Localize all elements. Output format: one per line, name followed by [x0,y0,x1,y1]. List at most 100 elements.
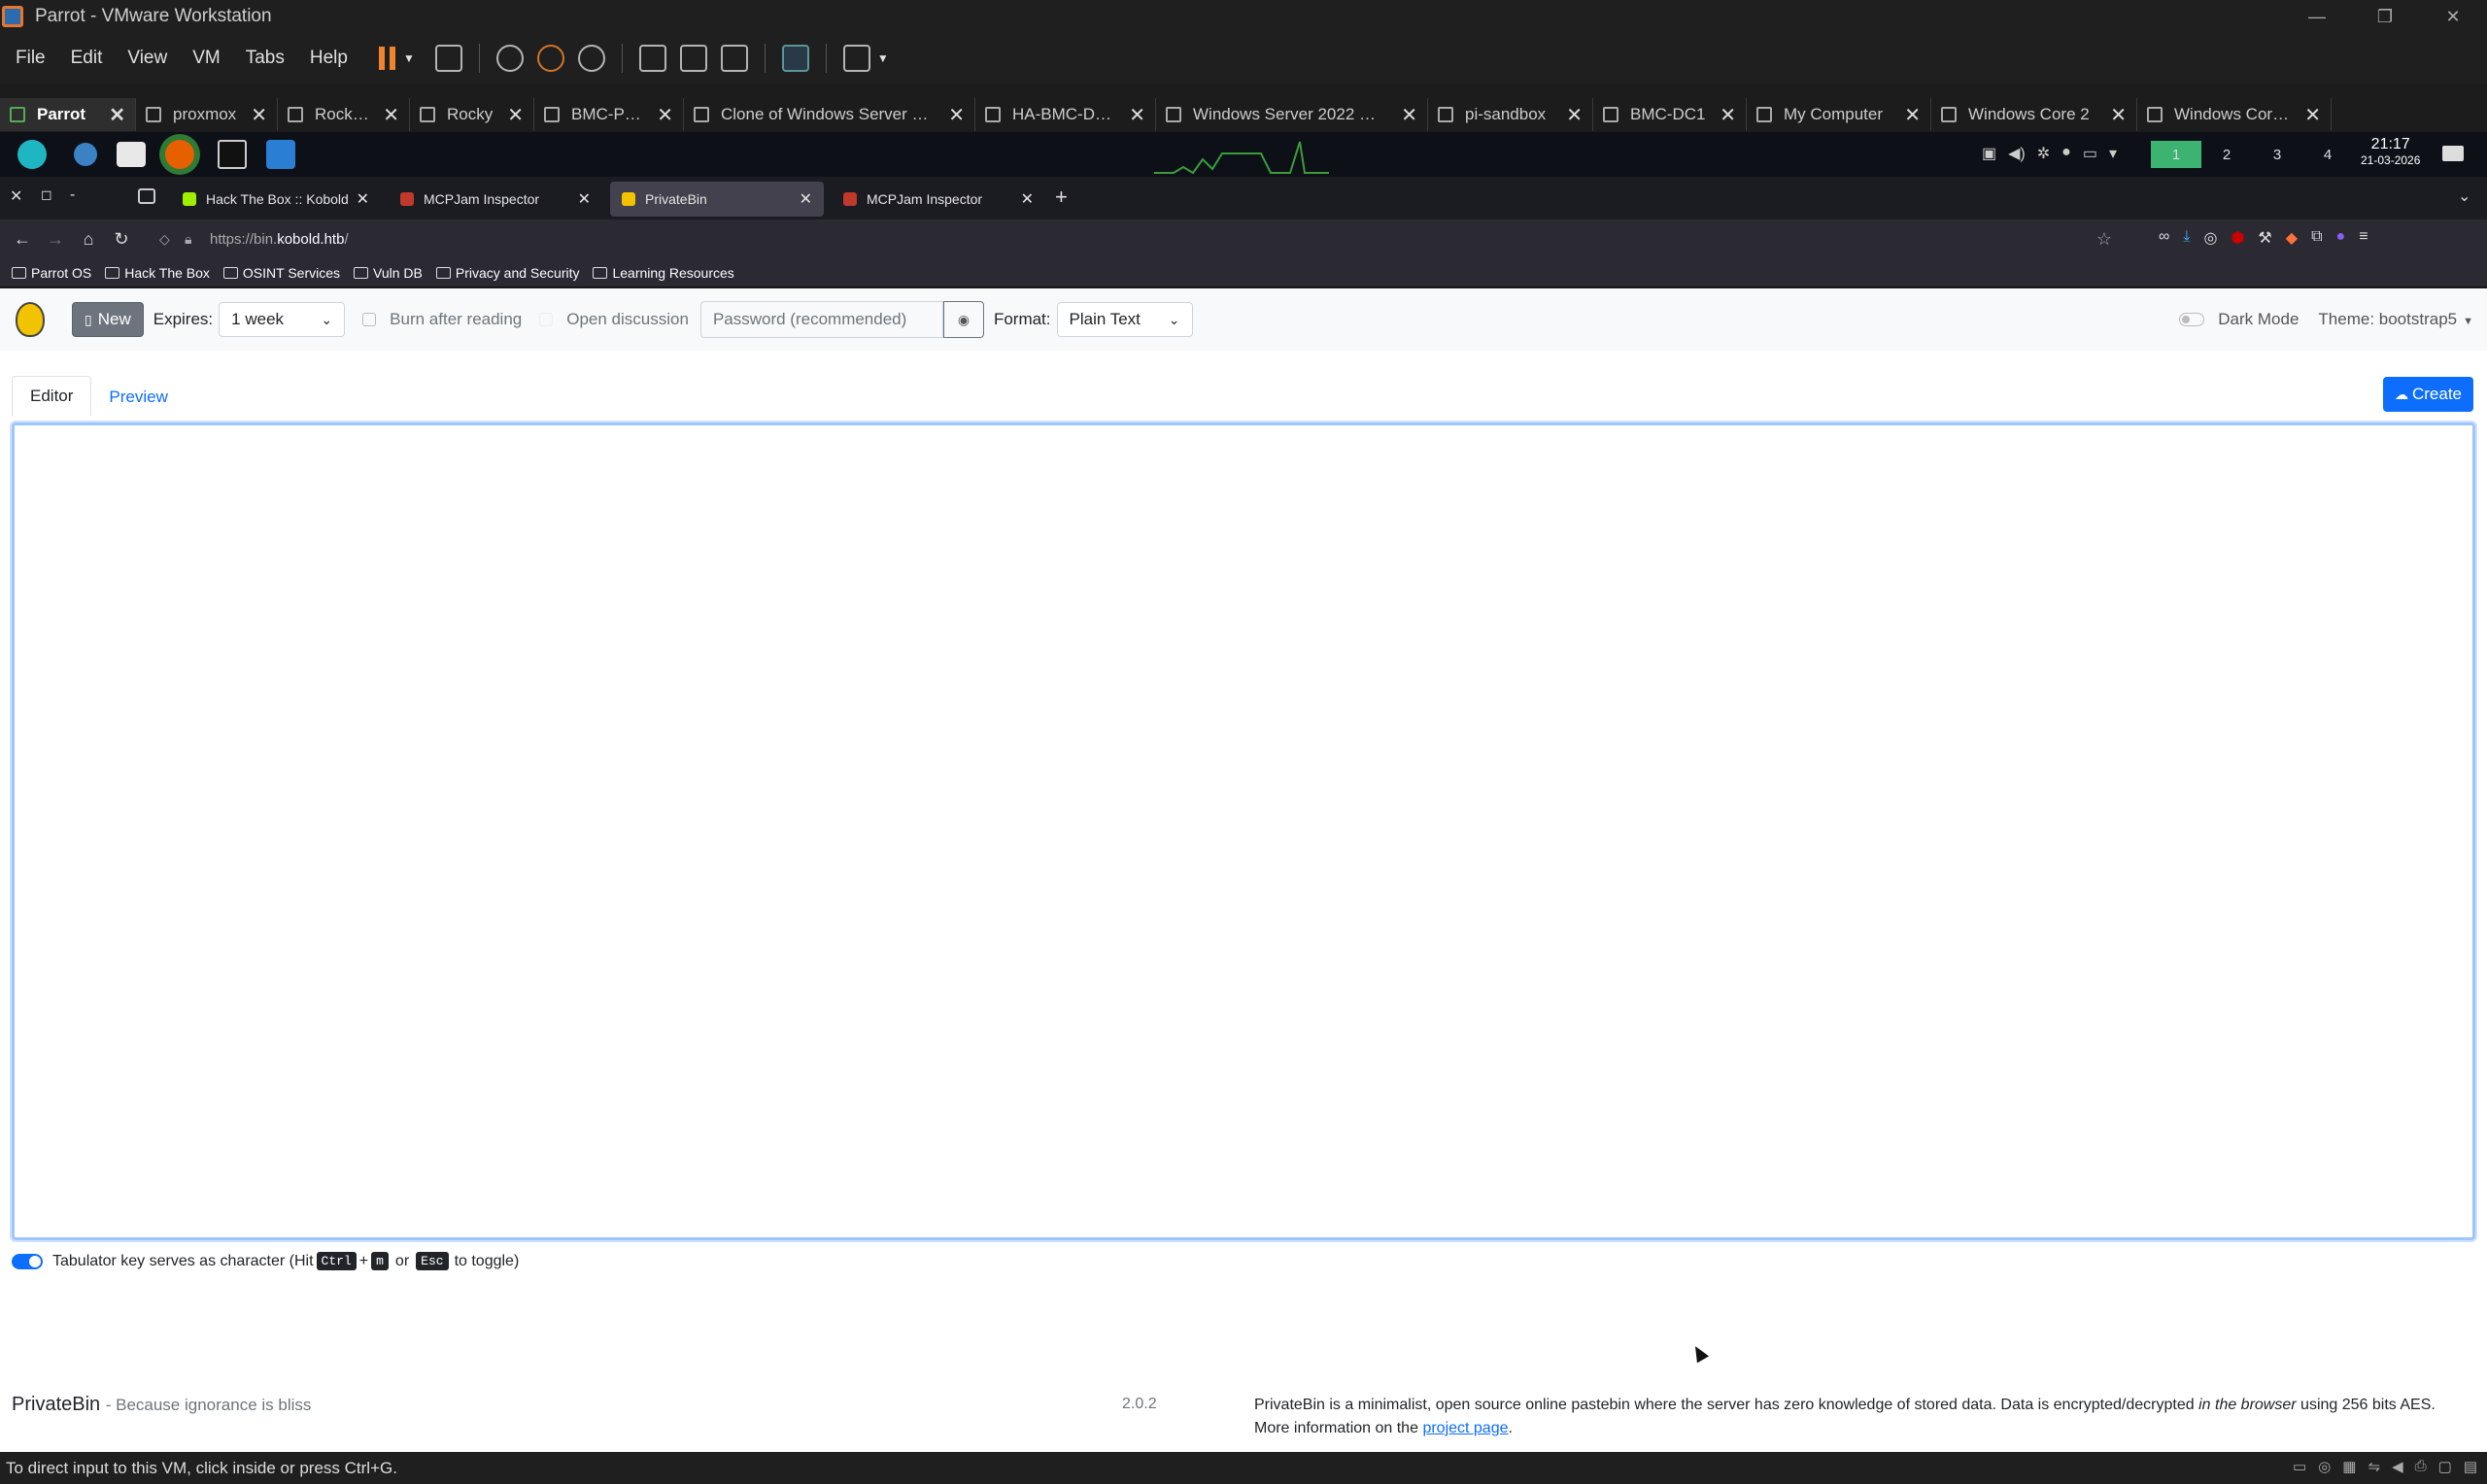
home-icon[interactable]: ⌂ [72,229,105,250]
vm-tab-clone-windows-server[interactable]: Clone of Windows Server 202... ✕ [684,98,975,131]
bookmark-star-icon[interactable]: ☆ [2096,229,2112,250]
menu-vm[interactable]: VM [183,48,230,69]
printer-icon[interactable]: ⎙ [2415,1458,2427,1475]
close-icon[interactable]: ✕ [383,103,399,127]
display-icon[interactable]: ▢ [2438,1458,2452,1475]
theme-dropdown[interactable]: Theme: bootstrap5 ▼ [2318,310,2473,329]
record-icon[interactable]: ● [2061,144,2071,163]
library-view-icon[interactable] [638,45,666,72]
workspace-1[interactable]: 1 [2151,141,2201,168]
close-icon[interactable]: ✕ [2419,0,2487,33]
tab-preview[interactable]: Preview [91,378,185,417]
expires-select[interactable]: 1 week ⌄ [219,302,346,337]
vm-tab-windows-core-2[interactable]: Windows Core 2 ✕ [1931,98,2137,131]
full-screen-icon[interactable] [720,45,748,72]
menu-view[interactable]: View [118,48,177,69]
close-icon[interactable]: ✕ [578,189,591,209]
menu-tabs[interactable]: Tabs [236,48,294,69]
downloads-icon[interactable]: ⤓ [2183,228,2190,248]
list-all-tabs-icon[interactable]: ⌄ [2458,186,2470,206]
hard-disk-icon[interactable]: ▭ [2293,1458,2306,1475]
network-adapter-icon[interactable]: ▦ [2342,1458,2356,1475]
notifications-icon[interactable] [2442,146,2464,161]
tab-key-toggle[interactable] [12,1253,43,1269]
terminal-icon[interactable] [218,140,247,169]
menu-edit[interactable]: Edit [61,48,113,69]
bookmark-vuln-db[interactable]: Vuln DB [354,265,423,281]
firefox-tab-mcpjam-1[interactable]: MCPJam Inspector ✕ [389,182,602,217]
firefox-icon[interactable] [165,140,194,169]
thumbnail-view-icon[interactable] [679,45,707,72]
extensions-icon[interactable]: ⧉ [2311,228,2322,248]
send-ctrl-alt-del-icon[interactable] [434,45,462,72]
menu-help[interactable]: Help [300,48,358,69]
vm-tab-windows-server-2022-gui[interactable]: Windows Server 2022 GUI ✕ [1156,98,1428,131]
sound-icon[interactable]: ◀ [2392,1458,2403,1475]
close-icon[interactable]: ✕ [948,103,965,127]
burn-after-reading-checkbox[interactable]: Burn after reading [362,310,522,329]
restore-icon[interactable]: ❐ [2351,0,2419,33]
vm-tab-rocky[interactable]: Rocky ✕ [410,98,534,131]
vm-tab-bmc-dc1[interactable]: BMC-DC1 ✕ [1593,98,1747,131]
console-view-icon[interactable] [781,45,809,72]
wrench-icon[interactable]: ⚒ [2258,228,2271,248]
new-tab-icon[interactable]: + [1055,185,1068,210]
account-icon[interactable]: ◎ [2203,228,2217,248]
usb-icon[interactable]: ⇋ [2368,1458,2380,1475]
bookmark-osint-services[interactable]: OSINT Services [222,265,340,281]
vm-tab-ha-bmc-dc2[interactable]: HA-BMC-DC2 ✕ [975,98,1156,131]
workspace-2[interactable]: 2 [2201,141,2252,168]
file-manager-icon[interactable] [117,142,146,167]
vm-tab-pi-sandbox[interactable]: pi-sandbox ✕ [1428,98,1593,131]
close-icon[interactable]: ✕ [1904,103,1921,127]
show-password-icon[interactable]: ◉ [942,301,984,338]
snapshot-icon[interactable] [495,45,524,72]
clipboard-icon[interactable]: ▣ [1982,144,1996,163]
chevron-down-icon[interactable]: ▼ [403,51,415,65]
close-icon[interactable]: ✕ [1129,103,1145,127]
firefox-tab-hack-the-box[interactable]: Hack The Box :: Kobold Ma✕ [171,182,381,217]
stretch-guest-icon[interactable] [842,45,870,72]
workspace-4[interactable]: 4 [2302,141,2353,168]
close-icon[interactable]: ✕ [251,103,267,127]
bookmark-privacy-security[interactable]: Privacy and Security [435,265,579,281]
parrot-menu-icon[interactable] [17,140,47,169]
chevron-down-icon[interactable]: ▾ [2109,144,2117,163]
privatebin-logo-icon[interactable] [16,302,45,337]
container-icon[interactable]: ∞ [2159,228,2169,248]
close-icon[interactable]: ✕ [657,103,673,127]
network-icon[interactable] [74,143,97,166]
close-icon[interactable]: ✕ [357,189,369,209]
close-icon[interactable]: ✕ [800,189,812,209]
vm-tab-proxmox[interactable]: proxmox ✕ [136,98,278,131]
tab-overview-icon[interactable] [138,188,155,204]
close-icon[interactable]: ✕ [2304,103,2321,127]
settings-icon[interactable]: ✲ [2037,144,2050,163]
close-icon[interactable]: ✕ [1021,189,1034,209]
vm-tab-parrot[interactable]: Parrot ✕ [0,98,136,131]
menu-file[interactable]: File [6,48,55,69]
message-log-icon[interactable]: ▤ [2464,1458,2477,1475]
ublock-icon[interactable]: ⬢ [2231,228,2244,248]
close-icon[interactable]: ✕ [507,103,524,127]
vm-tab-rocky2[interactable]: Rocky2 ✕ [278,98,410,131]
format-select[interactable]: Plain Text ⌄ [1056,302,1193,337]
close-icon[interactable]: ✕ [109,103,125,127]
create-button[interactable]: ☁ Create [2382,377,2473,412]
extension-badge-icon[interactable]: ● [2336,228,2346,248]
vm-tab-my-computer[interactable]: My Computer ✕ [1747,98,1931,131]
close-icon[interactable]: ✕ [2110,103,2127,127]
open-discussion-checkbox[interactable]: Open discussion [539,310,689,329]
firefox-tab-mcpjam-2[interactable]: MCPJam Inspector ✕ [832,182,1045,217]
forward-icon[interactable]: → [39,229,72,250]
minimize-icon[interactable]: - [70,186,75,204]
display-icon[interactable]: ▭ [2083,144,2097,163]
address-bar[interactable]: ◇ 🔒︎ https://bin. kobold.htb / ☆ [146,225,2112,253]
firefox-tab-privatebin[interactable]: PrivateBin ✕ [610,182,824,217]
reload-icon[interactable]: ↻ [105,229,138,250]
close-icon[interactable]: ✕ [1566,103,1583,127]
snapshot-manager-icon[interactable] [577,45,605,72]
bookmark-hack-the-box[interactable]: Hack The Box [105,265,210,281]
bookmark-learning-resources[interactable]: Learning Resources [593,265,734,281]
vscode-icon[interactable] [266,140,295,169]
